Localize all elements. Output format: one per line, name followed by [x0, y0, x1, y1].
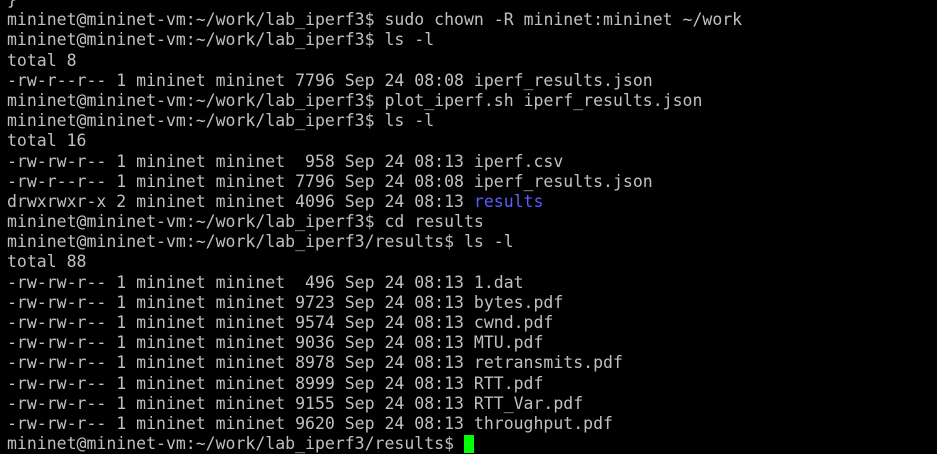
- terminal-line-plot: mininet@mininet-vm:~/work/lab_iperf3$ pl…: [7, 91, 937, 111]
- command-text: ls -l: [374, 30, 435, 50]
- text-cursor: [463, 435, 474, 454]
- terminal-line-chown: mininet@mininet-vm:~/work/lab_iperf3$ su…: [7, 10, 937, 30]
- shell-prompt: mininet@mininet-vm:~/work/lab_iperf3$: [7, 30, 375, 50]
- ls-row: -rw-r--r-- 1 mininet mininet 7796 Sep 24…: [7, 70, 653, 90]
- command-text: ls -l: [454, 232, 514, 252]
- ls-row: -rw-rw-r-- 1 mininet mininet 9155 Sep 24…: [7, 393, 584, 413]
- ls-row: -rw-rw-r-- 1 mininet mininet 958 Sep 24 …: [7, 151, 564, 171]
- ls-row: -rw-rw-r-- 1 mininet mininet 8978 Sep 24…: [7, 353, 623, 373]
- ls-row: -rw-rw-r-- 1 mininet mininet 9620 Sep 24…: [7, 413, 613, 433]
- ls-row: -rw-rw-r-- 1 mininet mininet 9723 Sep 24…: [7, 292, 564, 312]
- command-text: cd results: [374, 212, 484, 232]
- terminal-line-ls-1: mininet@mininet-vm:~/work/lab_iperf3$ ls…: [7, 30, 937, 50]
- command-text: ls -l: [374, 111, 435, 131]
- terminal-window[interactable]: } mininet@mininet-vm:~/work/lab_iperf3$ …: [0, 0, 937, 454]
- ls-row: -rw-rw-r-- 1 mininet mininet 9574 Sep 24…: [7, 313, 554, 332]
- shell-prompt: mininet@mininet-vm:~/work/lab_iperf3$: [7, 111, 375, 131]
- shell-prompt: mininet@mininet-vm:~/work/lab_iperf3$: [7, 90, 375, 110]
- ls-row: -rw-rw-r-- 1 mininet mininet 8999 Sep 24…: [7, 373, 544, 393]
- shell-prompt: mininet@mininet-vm:~/work/lab_iperf3$: [7, 10, 375, 30]
- ls-row-details: drwxrwxr-x 2 mininet mininet 4096 Sep 24…: [7, 191, 474, 211]
- shell-prompt: mininet@mininet-vm:~/work/lab_iperf3$: [7, 212, 375, 232]
- terminal-line-ls-3: mininet@mininet-vm:~/work/lab_iperf3/res…: [7, 232, 937, 252]
- ls-row: -rw-rw-r-- 1 mininet mininet 496 Sep 24 …: [7, 272, 524, 292]
- command-input[interactable]: [454, 434, 464, 453]
- terminal-line-cd: mininet@mininet-vm:~/work/lab_iperf3$ cd…: [7, 212, 937, 232]
- terminal-active-prompt-line[interactable]: mininet@mininet-vm:~/work/lab_iperf3/res…: [7, 434, 937, 454]
- terminal-partial-line: }: [7, 0, 937, 10]
- ls-total: total 16: [7, 131, 87, 151]
- terminal-line-ls-2: mininet@mininet-vm:~/work/lab_iperf3$ ls…: [7, 111, 937, 131]
- shell-prompt: mininet@mininet-vm:~/work/lab_iperf3/res…: [7, 232, 455, 252]
- shell-prompt: mininet@mininet-vm:~/work/lab_iperf3/res…: [7, 434, 455, 454]
- directory-name: results: [473, 191, 544, 211]
- command-text: sudo chown -R mininet:mininet ~/work: [374, 10, 743, 30]
- ls-total: total 88: [7, 252, 87, 272]
- ls-row: -rw-rw-r-- 1 mininet mininet 9036 Sep 24…: [7, 333, 544, 353]
- ls-total: total 8: [7, 50, 77, 70]
- command-text: plot_iperf.sh iperf_results.json: [374, 90, 703, 110]
- ls-row-directory: drwxrwxr-x 2 mininet mininet 4096 Sep 24…: [7, 192, 937, 212]
- ls-row: -rw-r--r-- 1 mininet mininet 7796 Sep 24…: [7, 171, 653, 191]
